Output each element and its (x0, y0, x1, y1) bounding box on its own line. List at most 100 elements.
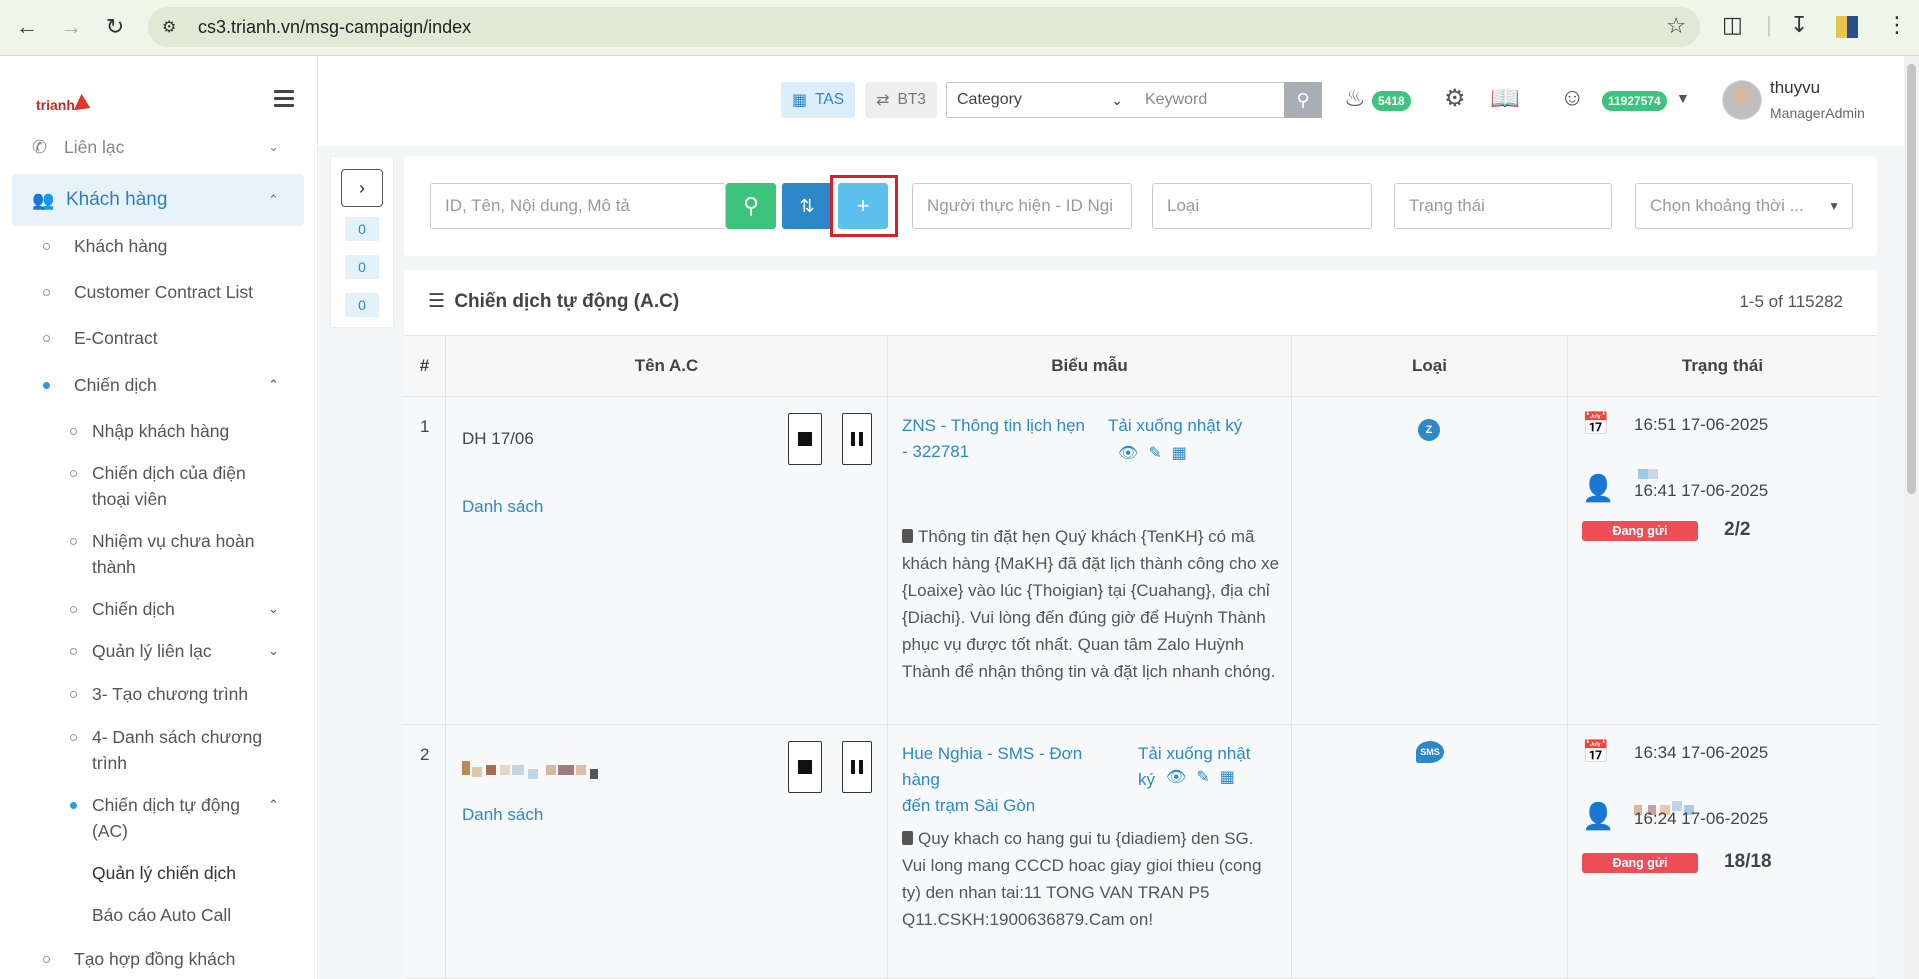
face-icon[interactable]: ☺ (1560, 84, 1585, 112)
calendar-clock-icon: 📅 (1582, 411, 1610, 436)
add-button[interactable]: + (838, 183, 888, 229)
search-icon: ⚲ (1296, 89, 1310, 110)
chevron-up-icon: ⌃ (268, 192, 279, 207)
bullet-icon (70, 470, 77, 477)
browser-toolbar: ← → ↻ ⚙ cs3.trianh.vn/msg-campaign/index… (0, 0, 1919, 56)
stop-icon (798, 432, 812, 446)
bullet-icon (70, 802, 77, 809)
user-gear-icon: 👤 (1582, 473, 1615, 503)
toolbar-divider: | (1766, 12, 1772, 37)
address-bar[interactable]: ⚙ cs3.trianh.vn/msg-campaign/index ☆ (148, 7, 1700, 47)
sort-button[interactable]: ⇅ (782, 183, 832, 229)
chevron-right-icon: › (359, 177, 365, 198)
list-link[interactable]: Danh sách (462, 805, 543, 825)
redacted-name (558, 765, 574, 775)
template-link[interactable]: ZNS - Thông tin lịch hẹn - 322781 (902, 413, 1102, 465)
profile-icon[interactable] (1836, 16, 1858, 38)
keyword-input[interactable]: Keyword (1135, 82, 1285, 118)
redacted-name (576, 765, 586, 775)
clipboard-icon (902, 529, 913, 543)
chevron-down-icon: ⌄ (268, 643, 279, 658)
app-header: ▦ TAS ⇄ BT3 Category ⌄ Keyword ⚲ ♨ 5418 … (318, 56, 1904, 146)
pencil-icon[interactable]: ✎ (1148, 443, 1161, 463)
redacted-name (590, 769, 598, 779)
gear-icon[interactable]: ⚙ (1444, 84, 1466, 113)
stop-icon (798, 760, 812, 774)
bullet-icon (70, 428, 77, 435)
pause-icon (851, 432, 863, 446)
bullet-icon (43, 382, 50, 389)
calendar-clock-icon: 📅 (1582, 739, 1610, 764)
sync-icon: ⇄ (876, 92, 890, 109)
performer-input[interactable]: Người thực hiện - ID Ngi (912, 183, 1132, 229)
expand-panel-button[interactable]: › (341, 169, 383, 207)
redacted-name (472, 767, 482, 777)
browser-menu-icon[interactable]: ⋮ (1886, 12, 1908, 38)
book-icon[interactable]: 📖 (1490, 84, 1520, 113)
eye-icon[interactable]: 👁 (1118, 443, 1138, 463)
sms-icon: SMS (1416, 741, 1444, 763)
row-number: 1 (420, 417, 430, 436)
extensions-icon[interactable]: ◫ (1722, 12, 1743, 38)
redacted-name (1648, 469, 1658, 479)
avatar[interactable] (1722, 80, 1762, 120)
clipboard-icon (902, 831, 913, 845)
stop-button[interactable] (788, 413, 822, 465)
caret-down-icon[interactable]: ▼ (1676, 90, 1690, 106)
table-header: # Tên A.C Biểu mẫu Loại Trạng thái (404, 335, 1877, 397)
scrollbar-thumb[interactable] (1907, 64, 1916, 494)
site-settings-icon[interactable]: ⚙ (162, 17, 192, 37)
bookmark-star-icon[interactable]: ☆ (1666, 13, 1686, 39)
campaign-name: DH 17/06 (462, 429, 534, 448)
plus-icon: + (856, 193, 870, 218)
bullet-icon (70, 648, 77, 655)
template-description: Quy khach co hang gui tu {diadiem} den S… (902, 829, 1262, 929)
time-range-select[interactable]: Chọn khoảng thời ... ▼ (1635, 183, 1853, 229)
chevron-down-icon: ⌄ (268, 139, 279, 154)
sent-count: 18/18 (1724, 851, 1772, 872)
tas-button[interactable]: ▦ TAS (781, 82, 855, 118)
redacted-name (528, 769, 538, 779)
users-icon: 👥 (32, 190, 55, 210)
phone-icon: ✆ (32, 137, 48, 157)
bell-icon[interactable]: ♨ (1344, 84, 1366, 113)
column-header: Trạng thái (1681, 356, 1764, 375)
chevron-down-icon: ⌄ (1111, 91, 1123, 108)
redacted-name (512, 765, 524, 775)
table-row: 2 Danh sách Hue Nghia - SMS - Đơn hàng đ… (404, 725, 1877, 979)
bt3-button[interactable]: ⇄ BT3 (865, 82, 937, 118)
menu-toggle-icon[interactable] (274, 90, 294, 108)
keyword-search-button[interactable]: ⚲ (1284, 82, 1322, 118)
search-icon: ⚲ (742, 193, 760, 218)
category-select[interactable]: Category ⌄ (946, 82, 1136, 118)
user-name[interactable]: thuyvu (1770, 78, 1820, 98)
type-input[interactable]: Loại (1152, 183, 1372, 229)
user-role: ManagerAdmin (1770, 105, 1865, 121)
template-link[interactable]: Hue Nghia - SMS - Đơn hàng đến trạm Sài … (902, 741, 1102, 819)
search-input[interactable]: ID, Tên, Nội dung, Mô tả (430, 183, 726, 229)
forward-icon[interactable]: → (54, 10, 88, 44)
excel-file-icon[interactable]: ▦ (1220, 767, 1235, 787)
download-icon[interactable]: ↧ (1790, 12, 1808, 38)
table-row: 1 DH 17/06 Danh sách ZNS - Thông tin lịc… (404, 397, 1877, 725)
back-icon[interactable]: ← (10, 10, 44, 44)
chevron-up-icon: ⌃ (268, 377, 279, 392)
search-button[interactable]: ⚲ (726, 183, 776, 229)
download-log-link[interactable]: Tải xuống nhật ký (1108, 413, 1242, 439)
excel-file-icon[interactable]: ▦ (1172, 443, 1187, 463)
redacted-name (486, 765, 496, 775)
stop-button[interactable] (788, 741, 822, 793)
pause-button[interactable] (842, 413, 872, 465)
eye-icon[interactable]: 👁 (1166, 767, 1186, 787)
pencil-icon[interactable]: ✎ (1196, 767, 1209, 787)
logo[interactable]: trianh (36, 92, 95, 118)
pause-button[interactable] (842, 741, 872, 793)
sent-count: 2/2 (1724, 519, 1751, 540)
status-input[interactable]: Trạng thái (1394, 183, 1612, 229)
notification-badge: 5418 (1372, 91, 1411, 111)
page-scrollbar[interactable] (1904, 56, 1919, 979)
list-link[interactable]: Danh sách (462, 497, 543, 517)
counter-badge: 0 (345, 293, 379, 317)
reload-icon[interactable]: ↻ (98, 10, 132, 44)
column-header: Tên A.C (446, 336, 888, 396)
